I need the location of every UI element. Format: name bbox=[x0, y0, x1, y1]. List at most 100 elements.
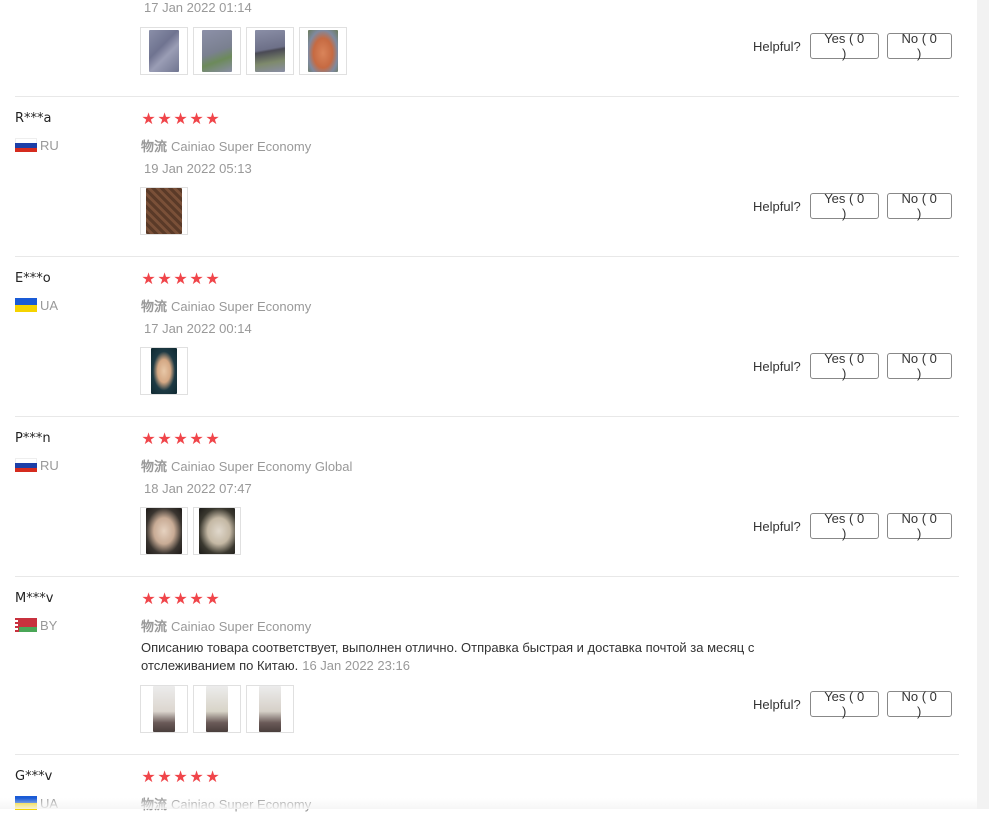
review-photo-thumbnail[interactable] bbox=[299, 27, 347, 75]
review-item: P***n RU ★ ★ ★ ★ ★ 物流 Cainiao Super Economy G… bbox=[0, 417, 977, 577]
review-photos bbox=[140, 685, 294, 733]
shipping-name: Cainiao Super Economy Global bbox=[171, 459, 353, 474]
review-photos bbox=[140, 347, 188, 395]
review-photo-thumbnail[interactable] bbox=[140, 27, 188, 75]
flag-ru-icon bbox=[15, 138, 37, 152]
review-body: Описанию товара соответствует, выполнен … bbox=[141, 639, 801, 675]
review-photos bbox=[140, 187, 188, 235]
star-rating: ★ ★ ★ ★ ★ bbox=[141, 272, 220, 288]
review-photos bbox=[140, 507, 241, 555]
star-icon: ★ bbox=[141, 271, 156, 288]
star-icon: ★ bbox=[157, 431, 172, 448]
helpful-yes-button[interactable]: Yes ( 0 ) bbox=[809, 351, 879, 381]
shipping-name: Cainiao Super Economy bbox=[171, 619, 312, 634]
star-icon: ★ bbox=[141, 431, 156, 448]
review-text: Описанию товара соответствует, выполнен … bbox=[141, 640, 755, 673]
review-date: 19 Jan 2022 05:13 bbox=[144, 161, 252, 176]
star-icon: ★ bbox=[173, 111, 188, 128]
star-icon: ★ bbox=[173, 769, 188, 786]
star-icon: ★ bbox=[189, 111, 204, 128]
shipping-method: 物流Cainiao Super Economy bbox=[141, 136, 311, 155]
reviewer-country: RU bbox=[15, 457, 59, 473]
star-rating: ★ ★ ★ ★ ★ bbox=[141, 432, 220, 448]
bottom-shadow bbox=[0, 798, 977, 809]
helpful-yes-button[interactable]: Yes ( 0 ) bbox=[809, 511, 879, 541]
reviewer-name: R***a bbox=[15, 111, 52, 126]
review-item: R***a RU ★ ★ ★ ★ ★ 物流 Cainiao Super Economy 1… bbox=[0, 97, 977, 257]
helpful-no-button[interactable]: No ( 0 ) bbox=[886, 191, 952, 221]
star-icon: ★ bbox=[157, 769, 172, 786]
star-icon: ★ bbox=[173, 591, 188, 608]
helpful-label: Helpful? bbox=[753, 38, 801, 54]
star-icon: ★ bbox=[141, 591, 156, 608]
review-photo-thumbnail[interactable] bbox=[246, 27, 294, 75]
star-icon: ★ bbox=[205, 591, 220, 608]
star-icon: ★ bbox=[189, 271, 204, 288]
country-code: UA bbox=[40, 297, 59, 313]
star-icon: ★ bbox=[173, 431, 188, 448]
review-item: E***o UA ★ ★ ★ ★ ★ 物流 Cainiao Super Economy 1… bbox=[0, 257, 977, 417]
country-code: RU bbox=[40, 457, 59, 473]
shipping-method: 物流Cainiao Super Economy bbox=[141, 616, 311, 635]
star-icon: ★ bbox=[189, 591, 204, 608]
star-rating: ★ ★ ★ ★ ★ bbox=[141, 770, 220, 786]
helpful-label: Helpful? bbox=[753, 358, 801, 374]
helpful-vote: Helpful? Yes ( 0 ) No ( 0 ) bbox=[753, 191, 952, 221]
star-icon: ★ bbox=[205, 431, 220, 448]
star-icon: ★ bbox=[173, 271, 188, 288]
reviewer-name: M***v bbox=[15, 591, 54, 606]
review-photo-thumbnail[interactable] bbox=[140, 507, 188, 555]
helpful-no-button[interactable]: No ( 0 ) bbox=[886, 511, 952, 541]
reviewer-country: BY bbox=[15, 617, 58, 633]
helpful-label: Helpful? bbox=[753, 696, 801, 712]
star-icon: ★ bbox=[189, 769, 204, 786]
reviewer-name: E***o bbox=[15, 271, 51, 286]
review-photos bbox=[140, 27, 347, 75]
feedback-list: 17 Jan 2022 01:14 Helpful? Yes ( 0 ) No … bbox=[0, 0, 977, 812]
review-photo-thumbnail[interactable] bbox=[246, 685, 294, 733]
star-icon: ★ bbox=[141, 111, 156, 128]
country-code: BY bbox=[40, 617, 58, 633]
review-photo-thumbnail[interactable] bbox=[140, 347, 188, 395]
helpful-no-button[interactable]: No ( 0 ) bbox=[886, 31, 952, 61]
review-photo-thumbnail[interactable] bbox=[193, 507, 241, 555]
page-scroll-gutter bbox=[977, 0, 989, 809]
star-icon: ★ bbox=[157, 111, 172, 128]
star-icon: ★ bbox=[189, 431, 204, 448]
reviewer-country: UA bbox=[15, 297, 59, 313]
review-photo-thumbnail[interactable] bbox=[140, 685, 188, 733]
flag-ua-icon bbox=[15, 298, 37, 312]
review-photo-thumbnail[interactable] bbox=[140, 187, 188, 235]
review-date: 16 Jan 2022 23:16 bbox=[302, 658, 410, 673]
logistics-label: 物流 bbox=[141, 459, 168, 474]
review-photo-thumbnail[interactable] bbox=[193, 27, 241, 75]
helpful-yes-button[interactable]: Yes ( 0 ) bbox=[809, 689, 879, 719]
country-code: RU bbox=[40, 137, 59, 153]
logistics-label: 物流 bbox=[141, 619, 168, 634]
star-icon: ★ bbox=[157, 271, 172, 288]
star-icon: ★ bbox=[205, 111, 220, 128]
logistics-label: 物流 bbox=[141, 299, 168, 314]
review-item: 17 Jan 2022 01:14 Helpful? Yes ( 0 ) No … bbox=[0, 0, 977, 97]
review-photo-thumbnail[interactable] bbox=[193, 685, 241, 733]
helpful-yes-button[interactable]: Yes ( 0 ) bbox=[809, 191, 879, 221]
shipping-name: Cainiao Super Economy bbox=[171, 299, 312, 314]
helpful-vote: Helpful? Yes ( 0 ) No ( 0 ) bbox=[753, 351, 952, 381]
review-date: 18 Jan 2022 07:47 bbox=[144, 481, 252, 496]
star-icon: ★ bbox=[205, 271, 220, 288]
shipping-method: 物流 Cainiao Super Economy Global bbox=[141, 456, 352, 475]
helpful-label: Helpful? bbox=[753, 518, 801, 534]
star-icon: ★ bbox=[141, 769, 156, 786]
star-rating: ★ ★ ★ ★ ★ bbox=[141, 592, 220, 608]
review-date: 17 Jan 2022 01:14 bbox=[144, 0, 252, 15]
helpful-no-button[interactable]: No ( 0 ) bbox=[886, 351, 952, 381]
reviewer-country: RU bbox=[15, 137, 59, 153]
shipping-method: 物流Cainiao Super Economy bbox=[141, 296, 311, 315]
helpful-no-button[interactable]: No ( 0 ) bbox=[886, 689, 952, 719]
helpful-yes-button[interactable]: Yes ( 0 ) bbox=[809, 31, 879, 61]
helpful-vote: Helpful? Yes ( 0 ) No ( 0 ) bbox=[753, 511, 952, 541]
reviewer-name: P***n bbox=[15, 431, 51, 446]
logistics-label: 物流 bbox=[141, 139, 168, 154]
reviewer-name: G***v bbox=[15, 769, 53, 784]
helpful-vote: Helpful? Yes ( 0 ) No ( 0 ) bbox=[753, 689, 952, 719]
